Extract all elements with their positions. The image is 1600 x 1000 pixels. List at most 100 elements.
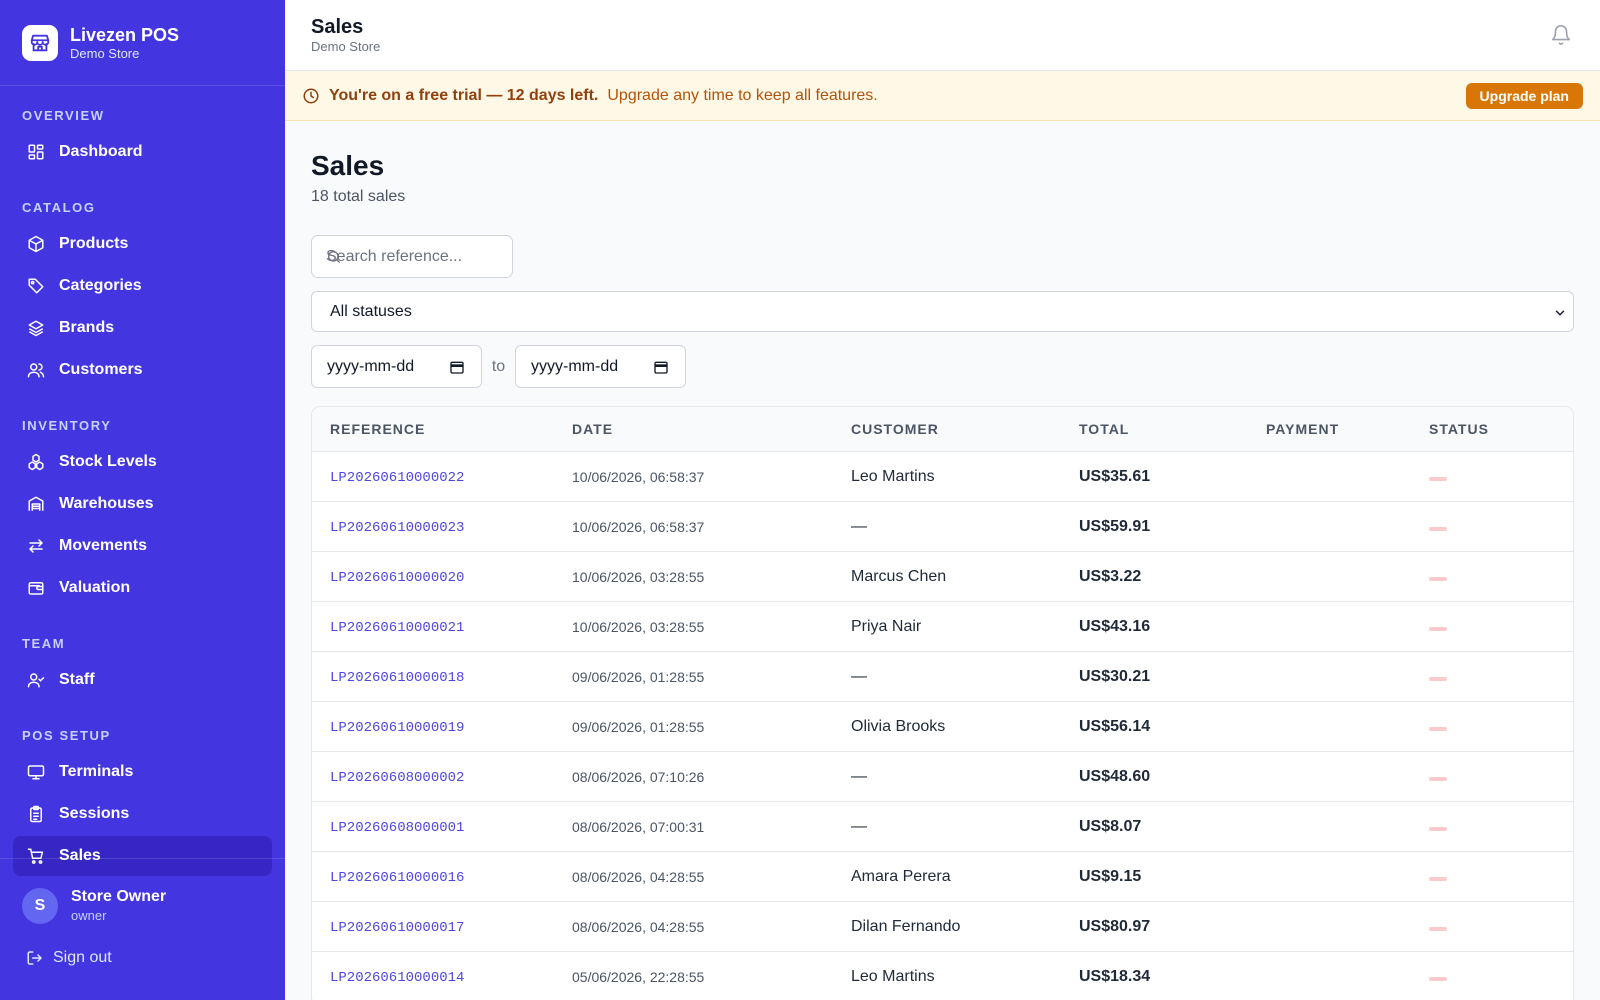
status-badge [1429, 626, 1447, 631]
sidebar-item-brands[interactable]: Brands [13, 308, 272, 348]
sidebar-item-terminals[interactable]: Terminals [13, 752, 272, 792]
sidebar-item-staff[interactable]: Staff [13, 660, 272, 700]
table-row[interactable]: LP20260610000014 05/06/2026, 22:28:55 Leo … [312, 952, 1573, 1000]
status-badge [1429, 776, 1447, 781]
sidebar-item-label: Staff [59, 671, 95, 688]
sale-reference-link[interactable]: LP20260608000001 [330, 820, 464, 836]
sale-reference-link[interactable]: LP20260608000002 [330, 770, 464, 786]
sale-customer: Priya Nair [851, 617, 922, 635]
trial-hint: Upgrade any time to keep all features. [607, 86, 878, 104]
upgrade-plan-button[interactable]: Upgrade plan [1465, 83, 1583, 109]
tag-icon [28, 278, 44, 294]
calendar-icon[interactable] [653, 359, 669, 375]
table-body: LP20260610000022 10/06/2026, 06:58:37 Leo … [312, 452, 1573, 1000]
search-box [311, 235, 513, 278]
sidebar-item-sessions[interactable]: Sessions [13, 794, 272, 834]
sale-date: 10/06/2026, 06:58:37 [572, 518, 705, 535]
sidebar-item-label: Brands [59, 319, 115, 336]
sidebar-item-warehouses[interactable]: Warehouses [13, 484, 272, 524]
topbar-title: Sales [311, 16, 364, 38]
sale-date: 09/06/2026, 01:28:55 [572, 718, 705, 735]
sale-status [1429, 568, 1569, 586]
column-header-total: TOTAL [1079, 421, 1130, 437]
sale-total: US$18.34 [1079, 967, 1151, 985]
table-row[interactable]: LP20260610000019 09/06/2026, 01:28:55 Oliv… [312, 702, 1573, 752]
trial-message: You're on a free trial — 12 days left. [329, 86, 599, 104]
sale-reference-link[interactable]: LP20260610000019 [330, 720, 464, 736]
sign-out-button[interactable]: Sign out [0, 925, 285, 967]
sale-customer: — [851, 817, 867, 835]
sidebar-item-dashboard[interactable]: Dashboard [13, 132, 272, 172]
sale-reference-link[interactable]: LP20260610000022 [330, 470, 464, 486]
layers-icon [28, 320, 44, 337]
table-row[interactable]: LP20260608000001 08/06/2026, 07:00:31 — US$… [312, 802, 1573, 852]
warehouse-icon [28, 496, 44, 511]
status-badge [1429, 876, 1447, 881]
sidebar-item-stock-levels[interactable]: Stock Levels [13, 442, 272, 482]
trial-banner: You're on a free trial — 12 days left. U… [285, 71, 1600, 121]
sale-customer: Olivia Brooks [851, 717, 946, 735]
table-row[interactable]: LP20260610000023 10/06/2026, 06:58:37 — US$… [312, 502, 1573, 552]
calendar-icon[interactable] [449, 359, 465, 375]
date-to-label: to [491, 357, 506, 375]
table-row[interactable]: LP20260610000017 08/06/2026, 04:28:55 Dila… [312, 902, 1573, 952]
bell-icon[interactable] [1550, 24, 1572, 46]
sale-date: 08/06/2026, 07:00:31 [572, 818, 705, 835]
date-from-value: yyyy-mm-dd [327, 357, 415, 375]
boxes-icon [28, 453, 44, 471]
date-from-input[interactable]: yyyy-mm-dd [311, 345, 482, 388]
table-row[interactable]: LP20260610000016 08/06/2026, 04:28:55 Amar… [312, 852, 1573, 902]
sale-customer: — [851, 767, 867, 785]
sale-status [1429, 918, 1569, 936]
sales-table: REFERENCE DATE CUSTOMER TOTAL PAYMENT ST… [311, 406, 1574, 1000]
sidebar-item-movements[interactable]: Movements [13, 526, 272, 566]
arrows-icon [29, 539, 43, 553]
status-filter-value: All statuses [330, 302, 412, 320]
brand[interactable]: Livezen POS Demo Store [0, 0, 285, 86]
sale-customer: Dilan Fernando [851, 917, 961, 935]
wallet-icon [28, 582, 44, 595]
sale-date: 08/06/2026, 07:10:26 [572, 768, 705, 785]
sale-reference-link[interactable]: LP20260610000014 [330, 970, 464, 986]
date-to-input[interactable]: yyyy-mm-dd [515, 345, 686, 388]
sale-total: US$35.61 [1079, 467, 1151, 485]
sidebar-nav: OVERVIEW Dashboard CATALOG Products Cate… [0, 86, 285, 876]
sidebar-item-label: Movements [59, 537, 148, 554]
sale-date: 09/06/2026, 01:28:55 [572, 668, 705, 685]
table-row[interactable]: LP20260608000002 08/06/2026, 07:10:26 — US$… [312, 752, 1573, 802]
table-row[interactable]: LP20260610000021 10/06/2026, 03:28:55 Priy… [312, 602, 1573, 652]
avatar: S [22, 888, 58, 924]
brand-name: Livezen POS [70, 24, 180, 45]
sidebar-item-valuation[interactable]: Valuation [13, 568, 272, 608]
status-filter-select[interactable]: All statuses [311, 291, 1574, 332]
sidebar-item-label: Products [59, 235, 129, 252]
brand-store: Demo Store [70, 45, 140, 61]
sale-reference-link[interactable]: LP20260610000017 [330, 920, 464, 936]
sidebar-item-categories[interactable]: Categories [13, 266, 272, 306]
status-badge [1429, 926, 1447, 931]
sale-reference-link[interactable]: LP20260610000016 [330, 870, 464, 886]
user-name: Store Owner [71, 888, 167, 905]
user-role: owner [71, 908, 107, 923]
sale-total: US$3.22 [1079, 567, 1142, 585]
sale-date: 10/06/2026, 03:28:55 [572, 618, 705, 635]
sale-date: 08/06/2026, 04:28:55 [572, 868, 705, 885]
sidebar-item-products[interactable]: Products [13, 224, 272, 264]
search-input[interactable] [326, 247, 506, 266]
table-row[interactable]: LP20260610000018 09/06/2026, 01:28:55 — US$… [312, 652, 1573, 702]
table-header: REFERENCE DATE CUSTOMER TOTAL PAYMENT ST… [312, 407, 1573, 452]
table-row[interactable]: LP20260610000022 10/06/2026, 06:58:37 Leo … [312, 452, 1573, 502]
status-badge [1429, 476, 1447, 481]
column-header-status: STATUS [1429, 421, 1489, 437]
sale-reference-link[interactable]: LP20260610000023 [330, 520, 464, 536]
date-range: yyyy-mm-dd to yyyy-mm-dd [311, 345, 1574, 388]
dashboard-icon [28, 144, 44, 160]
sale-reference-link[interactable]: LP20260610000018 [330, 670, 464, 686]
sale-reference-link[interactable]: LP20260610000021 [330, 620, 464, 636]
user-check-icon [27, 673, 45, 688]
table-row[interactable]: LP20260610000020 10/06/2026, 03:28:55 Marc… [312, 552, 1573, 602]
sale-reference-link[interactable]: LP20260610000020 [330, 570, 464, 586]
status-badge [1429, 976, 1447, 981]
user-profile[interactable]: S Store Owner owner [0, 859, 285, 925]
sidebar-item-customers[interactable]: Customers [13, 350, 272, 390]
